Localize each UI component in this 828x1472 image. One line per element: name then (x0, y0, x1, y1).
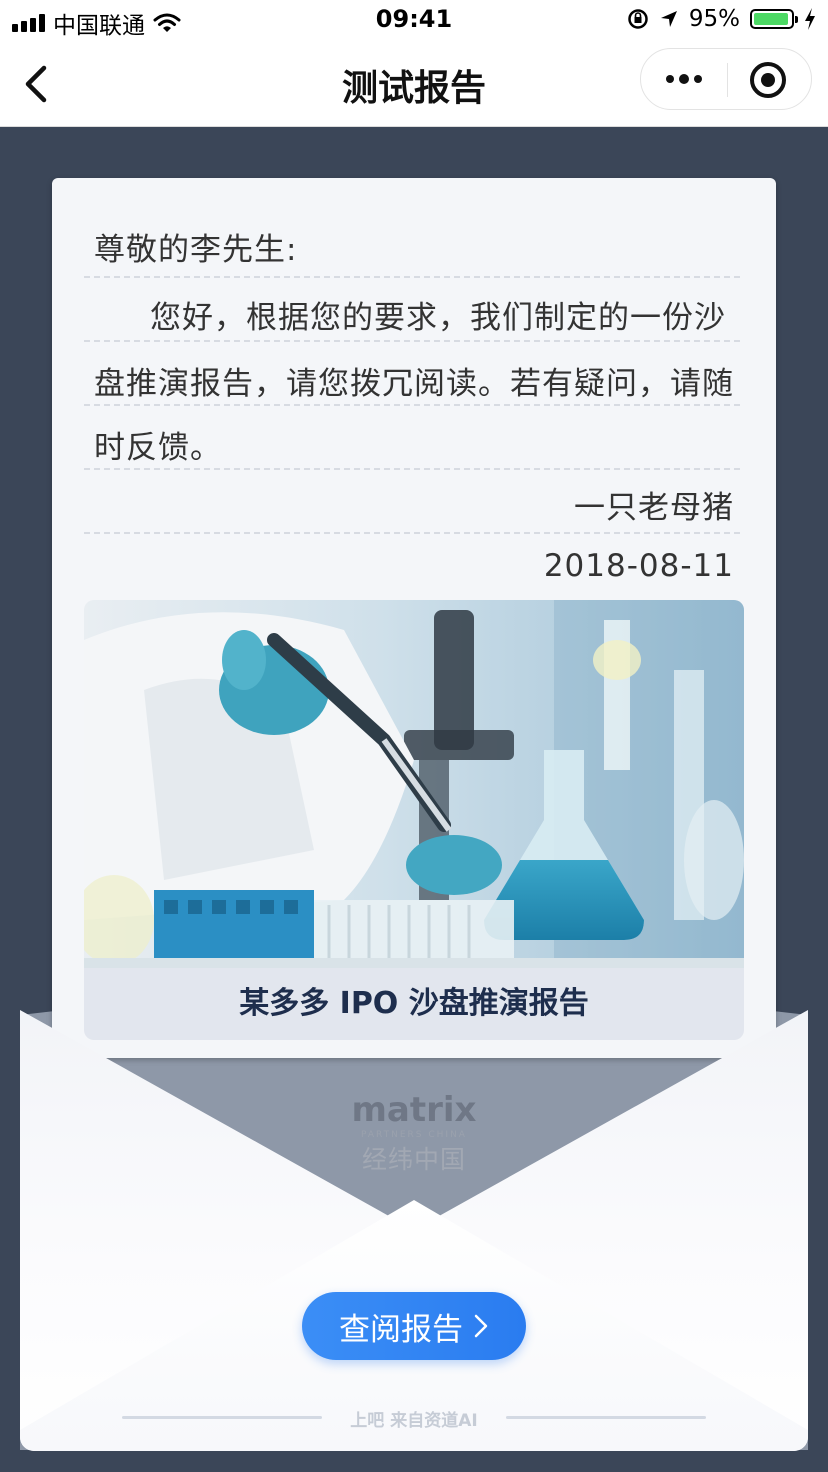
matrix-logo: matrix (351, 1090, 477, 1130)
footer-credit: 上吧 来自资道AI (350, 1411, 478, 1431)
matrix-logo-chinese: 经纬中国 (361, 1145, 466, 1174)
letter-line (84, 468, 740, 470)
battery-percent: 95% (688, 6, 740, 32)
letter-card: 尊敬的李先生: 您好，根据您的要求，我们制定的一份沙 盘推演报告，请您拨冗阅读。… (52, 178, 776, 1058)
letter-body-line: 您好，根据您的要求，我们制定的一份沙 (150, 300, 726, 336)
orientation-lock-icon (628, 9, 648, 29)
report-title-caption[interactable]: 某多多 IPO 沙盘推演报告 (84, 968, 744, 1040)
letter-greeting: 尊敬的李先生: (94, 232, 298, 268)
mini-program-capsule (640, 48, 812, 110)
location-icon (660, 11, 677, 27)
nav-bar: 测试报告 (0, 42, 828, 127)
letter-line (84, 404, 740, 406)
letter-body-line: 盘推演报告，请您拨冗阅读。若有疑问，请随 (94, 366, 734, 402)
letter-line (84, 276, 740, 278)
letter-line (84, 532, 740, 534)
close-button[interactable] (750, 62, 786, 98)
letter-body-line: 时反馈。 (94, 430, 222, 466)
letter-signature: 一只老母猪 (574, 490, 734, 526)
more-button[interactable] (641, 49, 727, 109)
capsule-divider (727, 63, 728, 97)
letter-line (84, 340, 740, 342)
charging-icon (805, 8, 815, 30)
matrix-logo-subtitle: PARTNERS CHINA (361, 1130, 467, 1140)
chevron-right-icon (474, 1314, 488, 1338)
battery-icon (750, 9, 798, 29)
letter-date: 2018-08-11 (543, 548, 734, 584)
view-report-label: 查阅报告 (339, 1311, 463, 1348)
report-cover-image[interactable] (84, 600, 744, 968)
view-report-button[interactable]: 查阅报告 (302, 1292, 526, 1360)
page: 中国联通 09:41 95% 测试报告 尊敬的李先生: 您好，根据您的要求，我们… (0, 0, 828, 1472)
status-bar: 中国联通 09:41 95% (0, 0, 828, 42)
status-right: 95% (627, 6, 816, 32)
